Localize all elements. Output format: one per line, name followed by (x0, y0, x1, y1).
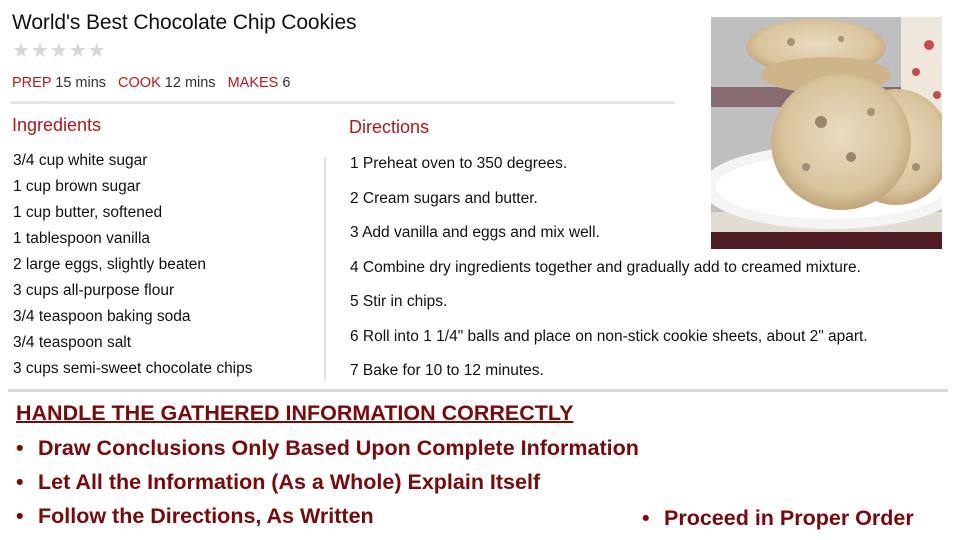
content-divider (8, 389, 948, 392)
ingredients-list: 3/4 cup white sugar 1 cup brown sugar 1 … (13, 151, 253, 385)
ingredient-item: 2 large eggs, slightly beaten (13, 256, 207, 273)
ingredient-item: 3 cups all-purpose flour (13, 282, 175, 299)
star-icon[interactable]: ★ (88, 40, 106, 62)
direction-step: 4 Combine dry ingredients together and g… (350, 258, 861, 276)
ingredient-item: 3/4 teaspoon salt (13, 334, 132, 351)
meta-cook: COOK 12 mins (118, 75, 216, 91)
callout-bullet-text: Let All the Information (As a Whole) Exp… (38, 470, 541, 494)
callout-bullet-text: Draw Conclusions Only Based Upon Complet… (38, 436, 639, 460)
star-icon[interactable]: ★ (69, 40, 87, 62)
ingredient-item: 3/4 teaspoon baking soda (13, 308, 191, 325)
meta-makes: MAKES 6 (228, 75, 291, 91)
star-icon[interactable]: ★ (31, 40, 49, 62)
cookie-illustration (711, 17, 942, 249)
ingredient-item: 3/4 cup white sugar (13, 152, 148, 169)
ingredient-item: 1 tablespoon vanilla (13, 230, 151, 247)
callout-bullet-text: Follow the Directions, As Written (38, 504, 374, 528)
callout-bullet-text: Proceed in Proper Order (664, 506, 914, 530)
bullet-icon: • (16, 470, 24, 494)
star-icon[interactable]: ★ (12, 40, 30, 62)
header-divider (10, 101, 675, 104)
directions-heading: Directions (349, 117, 430, 137)
meta-prep-value: 15 mins (55, 75, 107, 91)
ingredients-heading: Ingredients (12, 115, 102, 135)
bullet-icon: • (16, 436, 24, 460)
meta-makes-label: MAKES (227, 75, 279, 91)
callout-bullet: • Let All the Information (As a Whole) Ex… (16, 470, 540, 495)
meta-makes-value: 6 (282, 75, 291, 91)
callout-bullet: • Draw Conclusions Only Based Upon Comple… (16, 436, 639, 461)
meta-cook-value: 12 mins (164, 75, 216, 91)
ingredient-item: 1 cup butter, softened (13, 204, 163, 221)
direction-step: 6 Roll into 1 1/4" balls and place on no… (350, 327, 868, 345)
bullet-icon: • (642, 506, 650, 530)
recipe-meta: PREP 15 mins COOK 12 mins MAKES 6 (12, 75, 290, 91)
meta-prep-label: PREP (12, 75, 52, 91)
meta-prep: PREP 15 mins (12, 75, 106, 91)
callout-heading: HANDLE THE GATHERED INFORMATION CORRECTL… (16, 401, 574, 425)
ingredient-item: 3 cups semi-sweet chocolate chips (13, 360, 253, 377)
bullet-icon: • (16, 504, 24, 528)
direction-step: 5 Stir in chips. (350, 293, 448, 310)
cookie-photo (711, 17, 942, 249)
star-rating[interactable]: ★ ★ ★ ★ ★ (12, 40, 106, 62)
recipe-title: World's Best Chocolate Chip Cookies (12, 11, 357, 34)
callout-bullet: • Follow the Directions, As Written (16, 504, 374, 529)
column-divider (324, 157, 326, 381)
callout-bullet: • Proceed in Proper Order (642, 506, 914, 531)
star-icon[interactable]: ★ (50, 40, 68, 62)
ingredient-item: 1 cup brown sugar (13, 178, 141, 195)
meta-cook-label: COOK (118, 75, 161, 91)
